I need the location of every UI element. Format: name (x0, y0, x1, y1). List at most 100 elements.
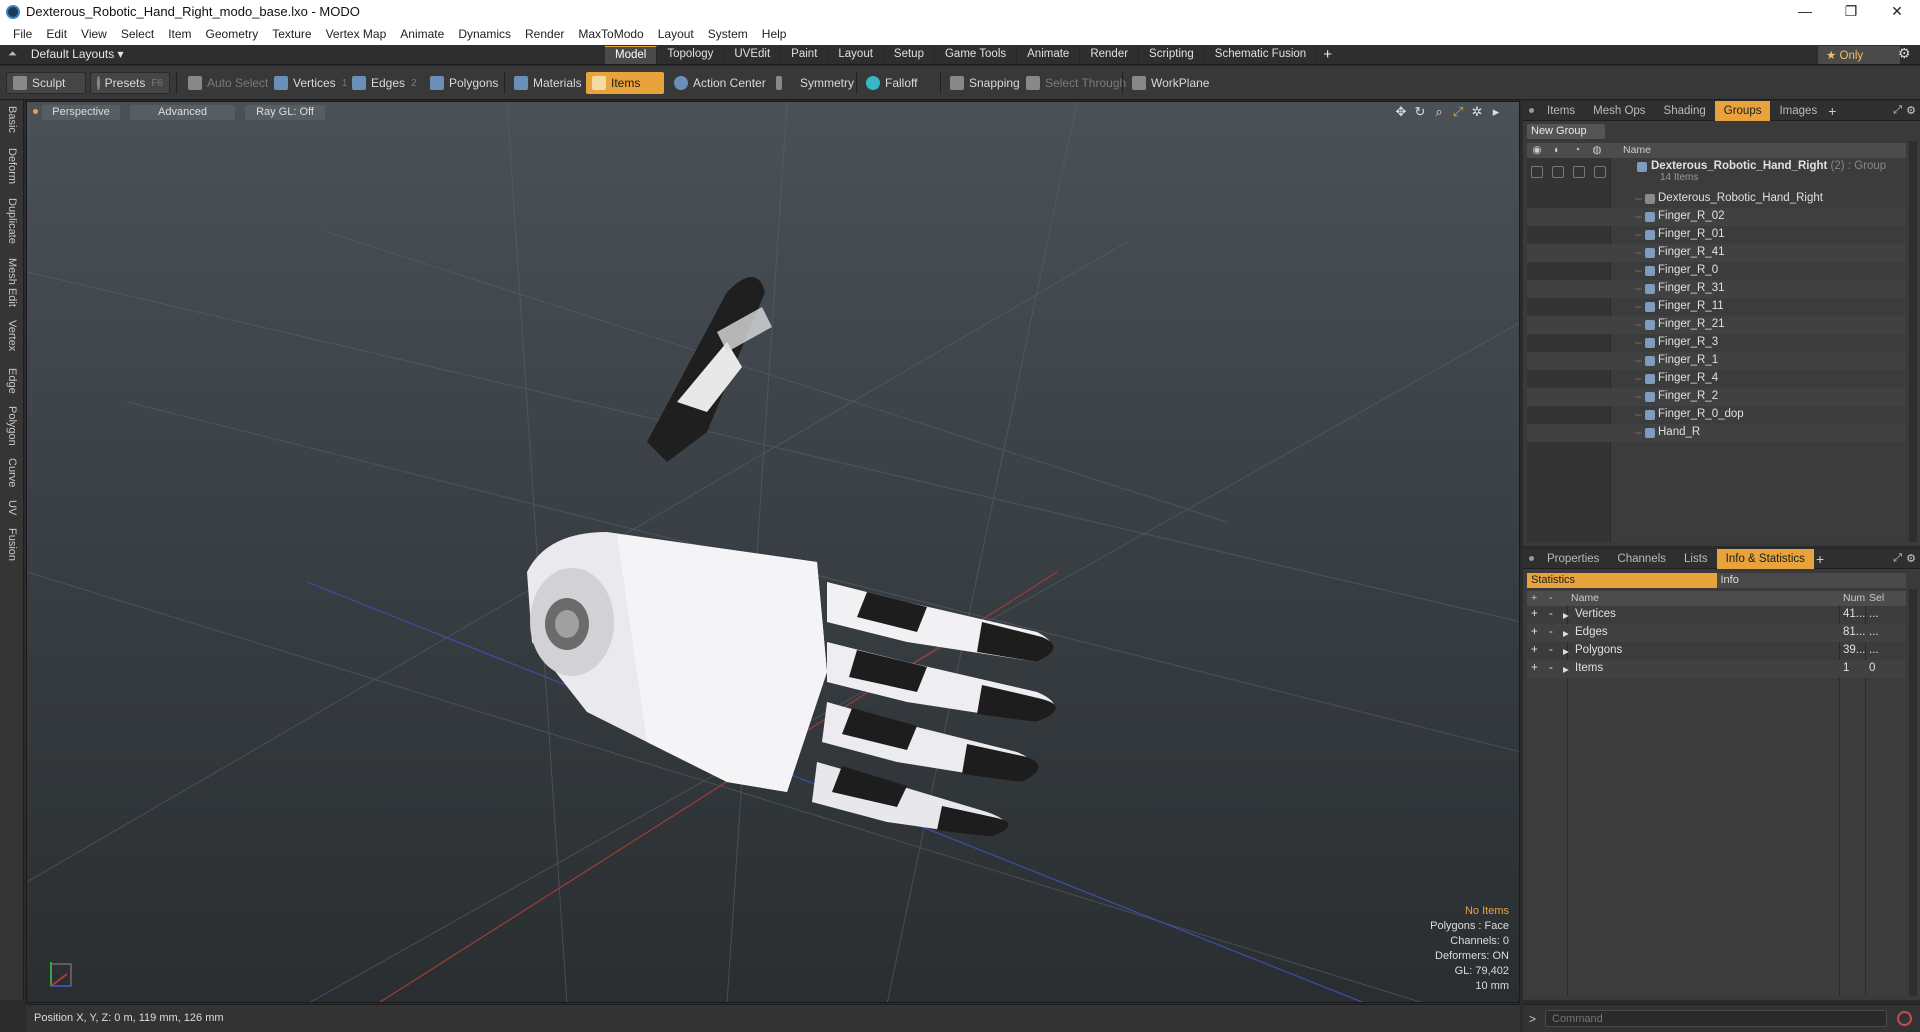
tab-topology[interactable]: Topology (657, 46, 725, 64)
palette-tab-curve[interactable]: Curve (6, 458, 18, 487)
remove-from-selection-icon[interactable]: - (1549, 608, 1553, 620)
render-toggle[interactable] (1552, 166, 1564, 178)
render-col-icon[interactable]: ◐ (1549, 144, 1565, 156)
menu-geometry[interactable]: Geometry (206, 27, 259, 41)
raygl-button[interactable]: Ray GL: Off (245, 104, 325, 120)
add-panel-tab-icon[interactable]: + (1828, 103, 1836, 119)
add-to-selection-icon[interactable]: + (1531, 662, 1538, 674)
add-panel-tab-icon[interactable]: + (1816, 551, 1824, 567)
tab-items[interactable]: Items (1538, 101, 1584, 121)
group-root-row[interactable]: Dexterous_Robotic_Hand_Right (2) : Group… (1527, 158, 1906, 188)
tab-model[interactable]: Model (605, 46, 658, 64)
statistics-scrollbar[interactable] (1909, 589, 1917, 996)
menu-render[interactable]: Render (525, 27, 564, 41)
list-item[interactable]: ┈ Finger_R_21 (1527, 316, 1906, 334)
robotic-hand-model[interactable] (527, 277, 1056, 837)
add-to-selection-icon[interactable]: + (1531, 644, 1538, 656)
palette-tab-edge[interactable]: Edge (6, 368, 18, 394)
menu-file[interactable]: File (13, 27, 32, 41)
tab-properties[interactable]: Properties (1538, 549, 1608, 569)
list-item[interactable]: ┈ Finger_R_4 (1527, 370, 1906, 388)
tab-channels[interactable]: Channels (1608, 549, 1675, 569)
list-item[interactable]: ┈ Finger_R_2 (1527, 388, 1906, 406)
tab-schematic-fusion[interactable]: Schematic Fusion (1205, 46, 1318, 64)
menu-item[interactable]: Item (168, 27, 191, 41)
panel-gear-icon[interactable]: ⚙ (1906, 552, 1916, 565)
panel-gear-icon[interactable]: ⚙ (1906, 104, 1916, 117)
3d-viewport[interactable]: Perspective Advanced Ray GL: Off ✥ ↻ ⌕ ⤢… (26, 101, 1520, 1003)
list-item[interactable]: ┈ Finger_R_0_dop (1527, 406, 1906, 424)
materials-button[interactable]: Materials (508, 72, 588, 94)
tab-lists[interactable]: Lists (1675, 549, 1717, 569)
menu-system[interactable]: System (708, 27, 748, 41)
list-item[interactable]: ┈ Dexterous_Robotic_Hand_Right (1527, 190, 1906, 208)
tab-info-statistics[interactable]: Info & Statistics (1716, 548, 1814, 569)
viewport-settings-icon[interactable]: ✲ (1470, 104, 1484, 120)
action-center-button[interactable]: Action Center (668, 72, 772, 94)
groups-scrollbar[interactable] (1909, 141, 1917, 542)
viewport-menu-dot[interactable] (33, 109, 38, 114)
menu-texture[interactable]: Texture (272, 27, 311, 41)
visibility-toggle[interactable] (1531, 166, 1543, 178)
expand-arrow-icon[interactable]: ▸ (1563, 608, 1569, 622)
palette-tab-fusion[interactable]: Fusion (6, 528, 18, 561)
symmetry-button[interactable]: Symmetry (770, 72, 860, 94)
vertices-button[interactable]: Vertices 1 (268, 72, 353, 94)
new-group-button[interactable]: New Group (1527, 124, 1605, 139)
menu-view[interactable]: View (81, 27, 107, 41)
edges-button[interactable]: Edges 2 (346, 72, 423, 94)
expand-all-icon[interactable]: + (1531, 592, 1537, 604)
menu-help[interactable]: Help (762, 27, 787, 41)
table-row[interactable]: + - ▸ Vertices 41... ... (1527, 606, 1906, 624)
palette-tab-uv[interactable]: UV (6, 500, 18, 515)
select-col-icon[interactable]: ◍ (1589, 144, 1605, 156)
list-item[interactable]: ┈ Finger_R_11 (1527, 298, 1906, 316)
palette-tab-mesh-edit[interactable]: Mesh Edit (6, 258, 18, 307)
table-row[interactable]: + - ▸ Edges 81... ... (1527, 624, 1906, 642)
command-input[interactable] (1545, 1010, 1887, 1027)
tab-paint[interactable]: Paint (781, 46, 829, 64)
remove-from-selection-icon[interactable]: - (1549, 662, 1553, 674)
remove-from-selection-icon[interactable]: - (1549, 644, 1553, 656)
stat-num-header[interactable]: Num (1843, 592, 1865, 604)
palette-tab-vertex[interactable]: Vertex (6, 320, 18, 351)
subtab-statistics[interactable]: Statistics (1527, 573, 1717, 588)
select-toggle[interactable] (1594, 166, 1606, 178)
subtab-info[interactable]: Info (1716, 573, 1906, 588)
tab-render[interactable]: Render (1080, 46, 1140, 64)
tab-scripting[interactable]: Scripting (1139, 46, 1205, 64)
expand-arrow-icon[interactable]: ▸ (1563, 662, 1569, 676)
list-item[interactable]: ┈ Finger_R_3 (1527, 334, 1906, 352)
auto-select-button[interactable]: Auto Select (182, 72, 274, 94)
list-item[interactable]: ┈ Finger_R_01 (1527, 226, 1906, 244)
palette-tab-duplicate[interactable]: Duplicate (6, 198, 18, 244)
record-macro-icon[interactable] (1897, 1011, 1912, 1026)
tab-shading[interactable]: Shading (1655, 101, 1715, 121)
minimize-button[interactable]: — (1782, 0, 1828, 23)
menu-select[interactable]: Select (121, 27, 154, 41)
table-row[interactable]: + - ▸ Items 1 0 (1527, 660, 1906, 678)
list-item[interactable]: ┈ Hand_R (1527, 424, 1906, 442)
default-layouts-dropdown[interactable]: ⏶ Default Layouts ▾ (8, 47, 124, 61)
polygons-button[interactable]: Polygons (424, 72, 504, 94)
zoom-icon[interactable]: ⌕ (1432, 104, 1446, 120)
menu-vertex-map[interactable]: Vertex Map (326, 27, 387, 41)
shading-button[interactable]: Advanced (130, 104, 235, 120)
menu-edit[interactable]: Edit (46, 27, 67, 41)
table-row[interactable]: + - ▸ Polygons 39... ... (1527, 642, 1906, 660)
gear-icon[interactable]: ⚙ (1898, 45, 1911, 62)
collapse-icon[interactable]: ⏶ (8, 48, 17, 61)
palette-tab-basic[interactable]: Basic (6, 106, 18, 133)
close-button[interactable]: ✕ (1874, 0, 1920, 23)
sculpt-button[interactable]: Sculpt (6, 72, 86, 94)
visibility-col-icon[interactable]: ◉ (1529, 144, 1545, 156)
list-item[interactable]: ┈ Finger_R_1 (1527, 352, 1906, 370)
workplane-button[interactable]: WorkPlane (1126, 72, 1215, 94)
expand-panel-icon[interactable]: ⤢ (1893, 104, 1902, 117)
lock-toggle[interactable] (1573, 166, 1585, 178)
menu-dynamics[interactable]: Dynamics (458, 27, 511, 41)
falloff-button[interactable]: Falloff (860, 72, 923, 94)
expand-arrow-icon[interactable]: ▸ (1563, 626, 1569, 640)
items-button[interactable]: Items (586, 72, 664, 94)
perspective-button[interactable]: Perspective (42, 104, 120, 120)
